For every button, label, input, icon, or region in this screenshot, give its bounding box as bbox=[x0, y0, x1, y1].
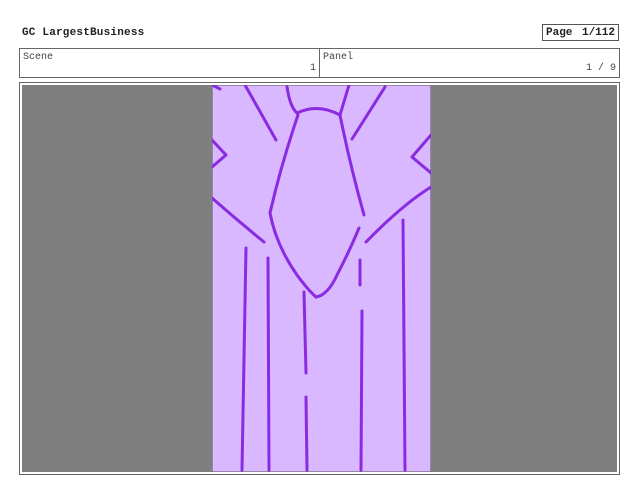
page-indicator: Page 1/112 bbox=[542, 24, 619, 41]
document-title: GC LargestBusiness bbox=[22, 27, 145, 39]
body-line-6 bbox=[359, 309, 364, 472]
page-label: Page bbox=[546, 27, 573, 39]
page-number: 1/112 bbox=[581, 27, 615, 39]
body-line-4 bbox=[304, 395, 309, 472]
body-line-7 bbox=[401, 218, 407, 472]
scene-value: 1 bbox=[309, 63, 316, 74]
body-line-3 bbox=[302, 290, 308, 375]
body-line-2 bbox=[266, 256, 271, 472]
scene-cell: Scene 1 bbox=[20, 49, 320, 77]
panel-canvas[interactable] bbox=[22, 85, 617, 472]
panel-cell: Panel 1 / 9 bbox=[320, 49, 619, 77]
scene-label: Scene bbox=[23, 52, 54, 63]
sketch-drawing bbox=[212, 85, 431, 472]
storyboard-panel-frame bbox=[19, 82, 620, 475]
panel-value: 1 / 9 bbox=[585, 63, 616, 74]
scene-panel-info-bar: Scene 1 Panel 1 / 9 bbox=[19, 48, 620, 78]
panel-label: Panel bbox=[323, 52, 354, 63]
